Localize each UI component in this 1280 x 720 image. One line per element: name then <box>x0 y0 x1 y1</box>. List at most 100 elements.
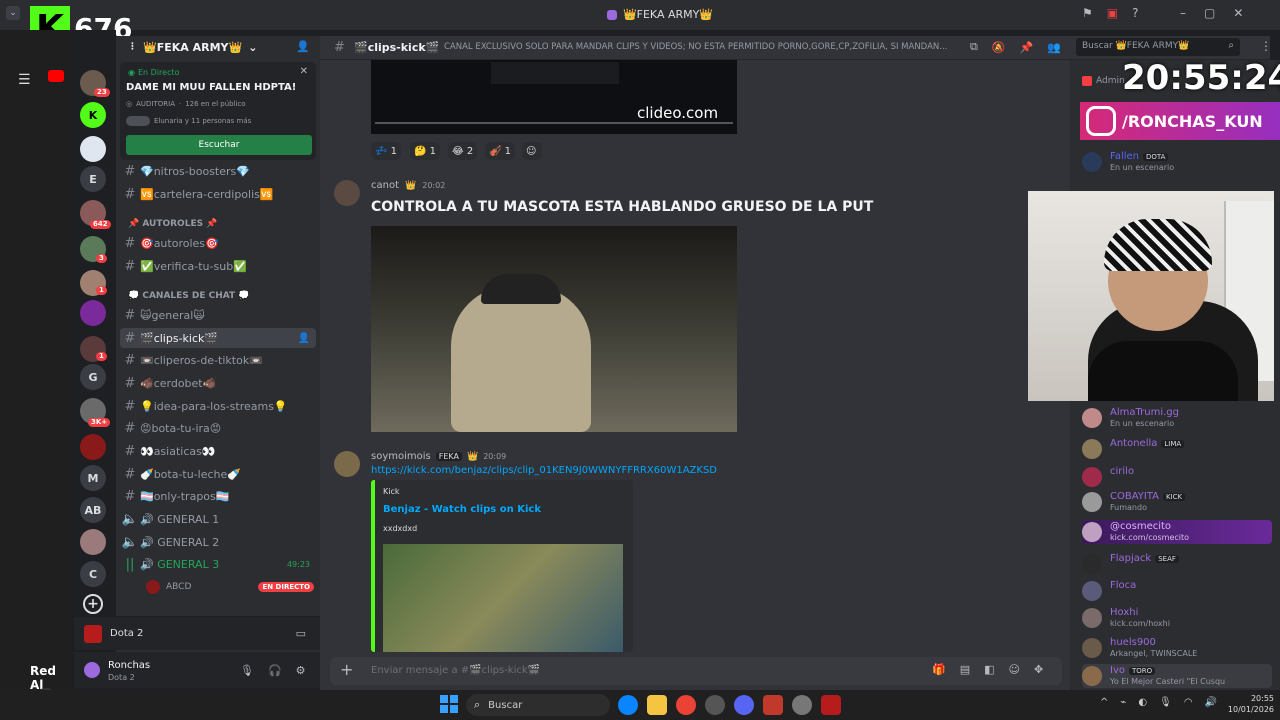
channel-cerdobet[interactable]: # 🐗cerdobet🐗 <box>120 373 316 393</box>
server-icon[interactable] <box>80 136 106 162</box>
dota-icon[interactable] <box>821 695 841 715</box>
member-item[interactable]: Ivo TORO Yo El Mejor Casteri "El Cusqu <box>1082 664 1272 688</box>
message-author[interactable]: canot <box>371 180 399 191</box>
channel-nitros-boosters[interactable]: # 💎nitros-boosters💎 <box>120 161 316 181</box>
discord-icon[interactable] <box>734 695 754 715</box>
add-server-icon[interactable]: + <box>83 594 103 614</box>
flag-icon[interactable]: ⚑ <box>1082 6 1093 20</box>
server-icon[interactable] <box>80 300 106 326</box>
channel-cartelera[interactable]: # 🆚cartelera-cerdipolis🆚 <box>120 184 316 204</box>
member-item[interactable]: AlmaTrumi.gg En un escenario <box>1082 406 1272 430</box>
reaction[interactable]: 🎻 1 <box>485 142 515 160</box>
sticker-icon[interactable]: ◧ <box>984 663 994 676</box>
reaction[interactable]: 💤 1 <box>371 142 401 160</box>
channel-idea-para-los-streams[interactable]: # 💡idea-para-los-streams💡 <box>120 396 316 416</box>
message-composer[interactable]: + Enviar mensaje a #🎬clips-kick🎬 🎁 ▤ ◧ ☺… <box>330 657 1062 685</box>
server-letter[interactable]: E <box>80 166 106 192</box>
tray-icon[interactable]: ⌁ <box>1120 697 1126 708</box>
headphones-icon[interactable]: 🎧 <box>268 664 282 677</box>
server-icon[interactable] <box>80 434 106 460</box>
server-letter[interactable]: M <box>80 465 106 491</box>
voice-channel-general-3[interactable]: || 🔊 GENERAL 3 49:23 <box>120 554 316 574</box>
embed-title[interactable]: Benjaz - Watch clips on Kick <box>383 504 541 515</box>
search-input[interactable]: Buscar 👑FEKA ARMY👑 ⌕ <box>1076 38 1240 56</box>
member-item[interactable]: Flapjack SEAF <box>1082 552 1272 576</box>
add-reaction-icon[interactable]: ☺ <box>522 142 542 160</box>
message-video[interactable] <box>371 226 737 432</box>
close-icon[interactable]: ✕ <box>300 66 308 77</box>
voice-channel-general-2[interactable]: 🔈 🔊 GENERAL 2 <box>120 532 316 552</box>
channel-verifica-tu-sub[interactable]: # ✅verifica-tu-sub✅ <box>120 256 316 276</box>
channel-topic[interactable]: CANAL EXCLUSIVO SOLO PARA MANDAR CLIPS Y… <box>444 42 964 52</box>
member-item[interactable]: Hoxhi kick.com/hoxhi <box>1082 606 1272 630</box>
avatar[interactable] <box>334 180 360 206</box>
close-window-icon[interactable]: ✕ <box>1233 6 1243 20</box>
reaction[interactable]: 😂 2 <box>448 142 478 160</box>
minimize-icon[interactable]: – <box>1180 6 1186 20</box>
menu-icon[interactable]: ☰ <box>18 72 31 88</box>
tray-icon[interactable]: ◐ <box>1138 697 1147 708</box>
windows-start-icon[interactable] <box>440 695 458 713</box>
reaction[interactable]: 🤔 1 <box>410 142 440 160</box>
channel-clips-kick[interactable]: # 🎬clips-kick🎬 👤 <box>120 328 316 348</box>
avatar[interactable] <box>84 662 100 678</box>
youtube-icon[interactable] <box>48 70 64 82</box>
threads-icon[interactable]: ⧉ <box>970 40 978 54</box>
more-icon[interactable]: ⋮ <box>1260 39 1272 53</box>
emoji-icon[interactable]: ☺ <box>1009 663 1020 676</box>
help-icon[interactable]: ? <box>1132 6 1138 20</box>
chevron-down-icon[interactable]: ⌄ <box>6 6 20 20</box>
channel-bota-tu-ira[interactable]: # 😡bota-tu-ira😡 <box>120 418 316 438</box>
message-author[interactable]: soymoimois <box>371 451 431 462</box>
activity-bar[interactable]: Dota 2 ▭ <box>74 616 320 650</box>
add-attachment-icon[interactable]: + <box>340 660 353 679</box>
wifi-icon[interactable]: ◠ <box>1184 697 1193 708</box>
category-chat[interactable]: 💭 CANALES DE CHAT 💭 <box>128 291 250 301</box>
taskbar-search[interactable]: ⌕ Buscar <box>466 694 610 716</box>
channel-cliperos-de-tiktok[interactable]: # 📼cliperos-de-tiktok📼 <box>120 350 316 370</box>
volume-icon[interactable]: 🔊 <box>1205 697 1217 708</box>
member-item[interactable]: Fallen DOTA En un escenario <box>1082 150 1272 174</box>
server-icon[interactable] <box>80 529 106 555</box>
screen-icon[interactable]: ▣ <box>1107 6 1118 20</box>
listen-button[interactable]: Escuchar <box>126 135 312 155</box>
member-item[interactable]: Floca <box>1082 579 1272 603</box>
category-autoroles[interactable]: 📌 AUTOROLES 📌 <box>128 219 217 229</box>
pin-icon[interactable]: 📌 <box>1020 41 1034 54</box>
avatar[interactable] <box>334 451 360 477</box>
add-member-icon[interactable]: 👤 <box>296 40 310 53</box>
video-progress[interactable] <box>375 122 733 124</box>
server-kick-icon[interactable]: K <box>80 102 106 128</box>
edge-icon[interactable] <box>618 695 638 715</box>
gif-icon[interactable]: ▤ <box>960 663 970 676</box>
server-letter[interactable]: C <box>80 561 106 587</box>
microphone-icon[interactable]: 🎙 <box>1159 697 1172 708</box>
channel-only-trapos[interactable]: # 🏳️‍⚧️only-trapos🏳️‍⚧️ <box>120 486 316 506</box>
server-letter[interactable]: G <box>80 364 106 390</box>
server-letter[interactable]: AB <box>80 497 106 523</box>
chrome-icon[interactable] <box>676 695 696 715</box>
gift-icon[interactable]: 🎁 <box>932 663 946 676</box>
channel-autoroles[interactable]: # 🎯autoroles🎯 <box>120 233 316 253</box>
microphone-icon[interactable]: 🎙 <box>240 664 254 677</box>
members-icon[interactable]: 👥 <box>1047 41 1061 54</box>
member-item[interactable]: COBAYITA KICK Fumando <box>1082 490 1272 514</box>
member-item[interactable]: cirilo <box>1082 465 1272 489</box>
apps-icon[interactable]: ✥ <box>1034 663 1043 676</box>
voice-channel-general-1[interactable]: 🔈 🔊 GENERAL 1 <box>120 509 316 529</box>
screen-share-icon[interactable]: ▭ <box>296 627 306 640</box>
app-icon[interactable] <box>705 695 725 715</box>
previous-video[interactable]: clideo.com <box>371 60 737 134</box>
message-link[interactable]: https://kick.com/benjaz/clips/clip_01KEN… <box>371 465 717 476</box>
server-header[interactable]: ⋮ 👑FEKA ARMY👑 ⌄ <box>128 40 313 54</box>
file-explorer-icon[interactable] <box>647 695 667 715</box>
chevron-up-icon[interactable]: ^ <box>1100 697 1108 708</box>
member-item[interactable]: huels900 Arkangel, TWINSCALE <box>1082 636 1272 660</box>
mute-bell-icon[interactable]: 🔕 <box>992 41 1006 54</box>
member-item[interactable]: @cosmecito kick.com/cosmecito <box>1082 520 1272 544</box>
settings-icon[interactable]: ⚙ <box>296 664 306 677</box>
channel-bota-tu-leche[interactable]: # 🍼bota-tu-leche🍼 <box>120 464 316 484</box>
member-item[interactable]: Antonella LIMA <box>1082 437 1272 461</box>
voice-user[interactable]: ABCD EN DIRECTO <box>146 579 314 595</box>
channel-asiaticas[interactable]: # 👀asiaticas👀 <box>120 441 316 461</box>
